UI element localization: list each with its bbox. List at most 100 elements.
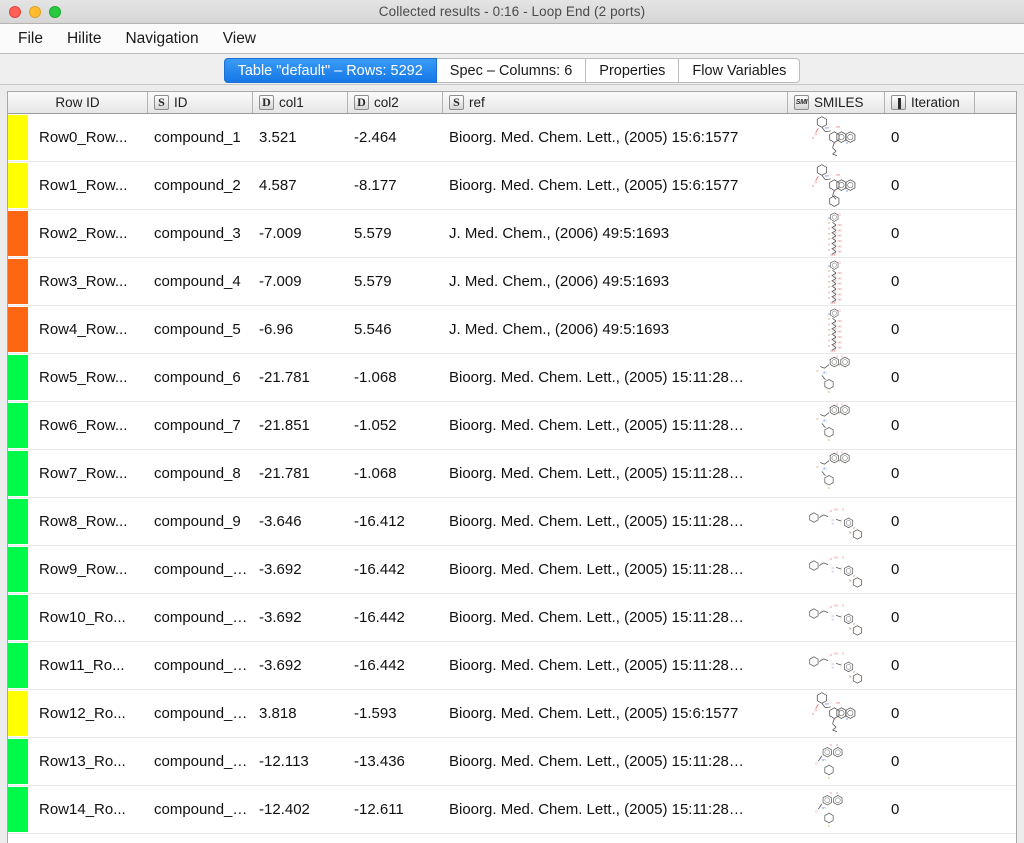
svg-text:OH: OH	[830, 253, 834, 257]
menu-item-navigation[interactable]: Navigation	[113, 27, 210, 51]
menu-item-file[interactable]: File	[6, 27, 55, 51]
cell-text: -12.113	[259, 753, 309, 770]
column-header-rowid[interactable]: Row ID	[8, 92, 148, 113]
table-row[interactable]: Row3_Row... compound_4 -7.009 5.579 J. Med. …	[8, 258, 1016, 306]
cell-col2: -8.177	[348, 162, 443, 209]
smiles-structure-svg: O OOFNH	[815, 743, 842, 779]
svg-text:O: O	[829, 605, 831, 609]
svg-text:O: O	[841, 450, 843, 454]
table-row[interactable]: Row8_Row... compound_9 -3.646 -16.412 Bioorg…	[8, 498, 1016, 546]
cell-id: compound_6	[148, 354, 253, 401]
table-row[interactable]: Row5_Row... compound_6 -21.781 -1.068 Bioorg…	[8, 354, 1016, 402]
cell-col2: -1.052	[348, 402, 443, 449]
cell-iteration: 0	[885, 594, 975, 641]
cell-ref: J. Med. Chem., (2006) 49:5:1693	[443, 210, 788, 257]
window-title: Collected results - 0:16 - Loop End (2 p…	[378, 3, 646, 19]
svg-text:HO: HO	[837, 319, 841, 323]
cell-row-id: Row8_Row...	[8, 498, 148, 545]
cell-col2: -12.611	[348, 786, 443, 833]
table-row[interactable]: Row9_Row... compound_… -3.692 -16.442 Bioorg…	[8, 546, 1016, 594]
cell-smiles: O O O F NH	[788, 738, 885, 785]
svg-text:F: F	[828, 775, 830, 779]
svg-text:NH: NH	[825, 174, 829, 178]
cell-iteration: 0	[885, 258, 975, 305]
cell-text: -7.009	[259, 273, 302, 290]
zoom-button[interactable]	[49, 5, 61, 18]
svg-text:O: O	[827, 290, 829, 294]
cell-text: 0	[891, 225, 900, 242]
table-row[interactable]: Row1_Row... compound_2 4.587 -8.177 Bioorg. …	[8, 162, 1016, 210]
row-color-swatch	[8, 595, 28, 640]
smiles-structure-svg: OHO ONHOBr	[808, 507, 862, 540]
svg-text:NH: NH	[825, 126, 829, 130]
svg-text:N: N	[831, 518, 833, 522]
column-header-col2[interactable]: Dcol2	[348, 92, 443, 113]
cell-col2: 5.546	[348, 306, 443, 353]
row-filler	[975, 498, 1016, 545]
cell-id: compound_7	[148, 402, 253, 449]
cell-text: -3.692	[259, 561, 302, 578]
table-row[interactable]: Row7_Row... compound_8 -21.781 -1.068 Bioorg…	[8, 450, 1016, 498]
cell-text: 0	[891, 417, 900, 434]
table-row[interactable]: Row11_Ro... compound_… -3.692 -16.442 Bioorg…	[8, 642, 1016, 690]
table-row[interactable]: Row2_Row... compound_3 -7.009 5.579 J. Med. …	[8, 210, 1016, 258]
menu-item-hilite[interactable]: Hilite	[55, 27, 113, 51]
table-viewport[interactable]: Row ID S ID Dcol1 Dcol2 Sref SMI SMILES Iteratio…	[7, 91, 1017, 843]
column-header-id[interactable]: S ID	[148, 92, 253, 113]
string-type-icon: S	[154, 95, 169, 110]
cell-text: Bioorg. Med. Chem. Lett., (2005) 15:11:2…	[449, 561, 744, 578]
cell-col1: -3.692	[253, 594, 348, 641]
menu-item-view[interactable]: View	[211, 27, 268, 51]
cell-col2: -16.442	[348, 546, 443, 593]
cell-ref: Bioorg. Med. Chem. Lett., (2005) 15:11:2…	[443, 402, 788, 449]
svg-text:O: O	[816, 416, 818, 420]
svg-text:O: O	[816, 464, 818, 468]
svg-text:NH: NH	[822, 466, 826, 470]
column-header-label: SMILES	[814, 95, 864, 110]
svg-text:O: O	[838, 308, 840, 312]
column-header-iteration[interactable]: Iteration	[885, 92, 975, 113]
svg-text:OH: OH	[830, 349, 834, 353]
cell-col1: 3.818	[253, 690, 348, 737]
svg-text:HO: HO	[837, 292, 841, 296]
row-color-swatch	[8, 115, 28, 160]
cell-text: 0	[891, 513, 900, 530]
table-row[interactable]: Row4_Row... compound_5 -6.96 5.546 J. Med. C…	[8, 306, 1016, 354]
cell-ref: Bioorg. Med. Chem. Lett., (2005) 15:11:2…	[443, 354, 788, 401]
row-color-swatch	[8, 499, 28, 544]
table-row[interactable]: Row6_Row... compound_7 -21.851 -1.052 Bioorg…	[8, 402, 1016, 450]
tab-spec[interactable]: Spec – Columns: 6	[436, 58, 587, 83]
svg-text:O: O	[829, 653, 831, 657]
svg-text:O: O	[842, 555, 844, 559]
table-row[interactable]: Row10_Ro... compound_… -3.692 -16.442 Bioorg…	[8, 594, 1016, 642]
column-header-col1[interactable]: Dcol1	[253, 92, 348, 113]
svg-text:Br: Br	[849, 627, 852, 630]
cell-iteration: 0	[885, 354, 975, 401]
cell-row-id: Row14_Ro...	[8, 786, 148, 833]
minimize-button[interactable]	[29, 5, 41, 18]
smiles-structure-svg: ONOHOOOHOOOHOOOHOOOHOOOHOOOH	[827, 308, 841, 353]
column-header-smiles[interactable]: SMI SMILES	[788, 92, 885, 113]
table-row[interactable]: Row0_Row... compound_1 3.521 -2.464 Bioorg. …	[8, 114, 1016, 162]
close-button[interactable]	[9, 5, 21, 18]
cell-text: J. Med. Chem., (2006) 49:5:1693	[449, 225, 670, 242]
table-row[interactable]: Row12_Ro... compound_… 3.818 -1.593 Bioorg. …	[8, 690, 1016, 738]
svg-text:O: O	[852, 622, 854, 626]
cell-text: -16.442	[354, 561, 405, 578]
cell-id: compound_…	[148, 738, 253, 785]
tab-flow-variables[interactable]: Flow Variables	[679, 58, 801, 83]
table-row[interactable]: Row14_Ro... compound_… -12.402 -12.611 Bioor…	[8, 786, 1016, 834]
cell-text: -16.442	[354, 657, 405, 674]
table-body[interactable]: Row0_Row... compound_1 3.521 -2.464 Bioorg. …	[8, 114, 1016, 834]
tab-properties[interactable]: Properties	[586, 58, 680, 83]
column-header-ref[interactable]: Sref	[443, 92, 788, 113]
row-id-label: Row10_Ro...	[39, 609, 126, 626]
cell-smiles: O O Br O NH F	[788, 354, 885, 401]
tab-table[interactable]: Table "default" – Rows: 5292	[223, 58, 437, 83]
svg-text:O: O	[827, 274, 829, 278]
svg-text:N: N	[845, 141, 847, 145]
cell-text: Bioorg. Med. Chem. Lett., (2005) 15:6:15…	[449, 177, 739, 194]
table-row[interactable]: Row13_Ro... compound_… -12.113 -13.436 Bioor…	[8, 738, 1016, 786]
svg-text:O: O	[852, 526, 854, 530]
cell-text: compound_9	[154, 513, 241, 530]
